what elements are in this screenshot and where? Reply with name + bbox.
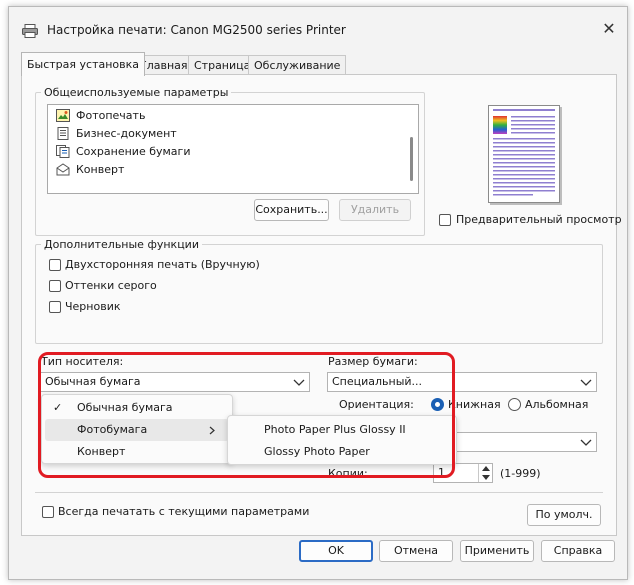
copies-spin-buttons[interactable] xyxy=(478,464,493,482)
separator xyxy=(35,492,603,493)
landscape-radio[interactable] xyxy=(508,398,521,411)
ok-button[interactable]: OK xyxy=(299,540,373,562)
copies-label: Копии: xyxy=(328,467,368,480)
paper-size-value: Специальный... xyxy=(332,375,423,388)
spin-down-icon[interactable] xyxy=(481,474,491,481)
title-bar: Настройка печати: Canon MG2500 series Pr… xyxy=(9,7,627,47)
menu-item-label: Фотобумага xyxy=(77,423,148,436)
landscape-label: Альбомная xyxy=(525,398,589,411)
delete-preset-button[interactable]: Удалить xyxy=(339,199,411,221)
apply-button[interactable]: Применить xyxy=(460,540,534,562)
chevron-right-icon xyxy=(209,426,215,435)
list-item[interactable]: Бизнес-документ xyxy=(56,125,177,143)
menu-item-photo-paper[interactable]: Фотобумага xyxy=(45,419,229,441)
envelope-icon xyxy=(56,163,70,176)
preset-label: Сохранение бумаги xyxy=(76,145,191,158)
chevron-down-icon xyxy=(580,439,592,446)
preset-label: Фотопечать xyxy=(76,109,146,122)
duplex-checkbox[interactable] xyxy=(49,259,61,271)
preview-checkbox[interactable] xyxy=(439,214,451,226)
grayscale-label: Оттенки серого xyxy=(65,279,157,292)
copies-value: 1 xyxy=(438,466,445,479)
paper-source-select[interactable] xyxy=(449,432,597,452)
portrait-radio[interactable] xyxy=(431,398,444,411)
media-type-select[interactable]: Обычная бумага xyxy=(40,372,310,392)
tab-maintenance[interactable]: Обслуживание xyxy=(248,55,347,75)
duplex-label: Двухсторонняя печать (Вручную) xyxy=(65,258,260,271)
submenu-item-label: Glossy Photo Paper xyxy=(264,445,370,458)
check-icon: ✓ xyxy=(53,401,63,414)
spin-up-icon[interactable] xyxy=(481,465,491,472)
copies-range: (1-999) xyxy=(500,467,541,480)
always-print-label: Всегда печатать с текущими параметрами xyxy=(58,505,310,518)
close-icon[interactable]: ✕ xyxy=(599,19,619,39)
tab-page-setup[interactable]: Страница xyxy=(188,55,257,75)
presets-list[interactable]: Фотопечать Бизнес-документ Сохранение бу… xyxy=(47,104,419,194)
paper-size-label: Размер бумаги: xyxy=(328,355,418,368)
list-item[interactable]: Сохранение бумаги xyxy=(56,143,190,161)
chevron-down-icon xyxy=(580,379,592,386)
extra-functions-group-label: Дополнительные функции xyxy=(41,238,202,251)
media-type-value: Обычная бумага xyxy=(45,375,141,388)
preview-image xyxy=(493,109,555,196)
preview-checkbox-label: Предварительный просмотр xyxy=(456,213,622,226)
always-print-checkbox[interactable] xyxy=(42,506,54,518)
photo-print-icon xyxy=(56,109,70,122)
list-item[interactable]: Конверт xyxy=(56,161,124,179)
document-icon xyxy=(56,127,70,140)
save-preset-button[interactable]: Сохранить... xyxy=(254,199,329,221)
cancel-button[interactable]: Отмена xyxy=(379,540,453,562)
presets-scrollbar[interactable] xyxy=(410,137,413,181)
orientation-label: Ориентация: xyxy=(339,398,414,411)
draft-label: Черновик xyxy=(65,300,121,313)
presets-group-label: Общеиспользуемые параметры xyxy=(41,86,232,99)
menu-item-label: Обычная бумага xyxy=(77,401,173,414)
defaults-button[interactable]: По умолч. xyxy=(527,504,601,526)
submenu-item-glossy-photo[interactable]: Glossy Photo Paper xyxy=(231,441,453,463)
menu-item-envelope[interactable]: Конверт xyxy=(45,441,229,463)
submenu-item-photo-paper-plus[interactable]: Photo Paper Plus Glossy II xyxy=(231,419,453,441)
submenu-item-label: Photo Paper Plus Glossy II xyxy=(264,423,406,436)
chevron-down-icon xyxy=(293,379,305,386)
preset-label: Конверт xyxy=(76,163,125,176)
photo-paper-submenu: Photo Paper Plus Glossy II Glossy Photo … xyxy=(227,415,457,465)
preset-label: Бизнес-документ xyxy=(76,127,177,140)
portrait-label: Книжная xyxy=(448,398,501,411)
list-item[interactable]: Фотопечать xyxy=(56,107,145,125)
media-type-label: Тип носителя: xyxy=(41,355,124,368)
help-button[interactable]: Справка xyxy=(541,540,615,562)
grayscale-checkbox[interactable] xyxy=(49,280,61,292)
tab-quick-setup[interactable]: Быстрая установка xyxy=(21,52,146,76)
draft-checkbox[interactable] xyxy=(49,301,61,313)
media-type-menu: ✓ Обычная бумага Фотобумага Конверт xyxy=(41,394,233,464)
paper-saving-icon xyxy=(56,145,70,158)
window-title: Настройка печати: Canon MG2500 series Pr… xyxy=(47,23,346,37)
print-settings-dialog: Настройка печати: Canon MG2500 series Pr… xyxy=(8,6,628,580)
menu-item-label: Конверт xyxy=(77,445,126,458)
copies-spinbox[interactable]: 1 xyxy=(433,463,493,483)
menu-item-plain-paper[interactable]: ✓ Обычная бумага xyxy=(45,397,229,419)
paper-size-select[interactable]: Специальный... xyxy=(327,372,597,392)
printer-icon xyxy=(22,24,38,38)
page-preview xyxy=(488,105,560,203)
